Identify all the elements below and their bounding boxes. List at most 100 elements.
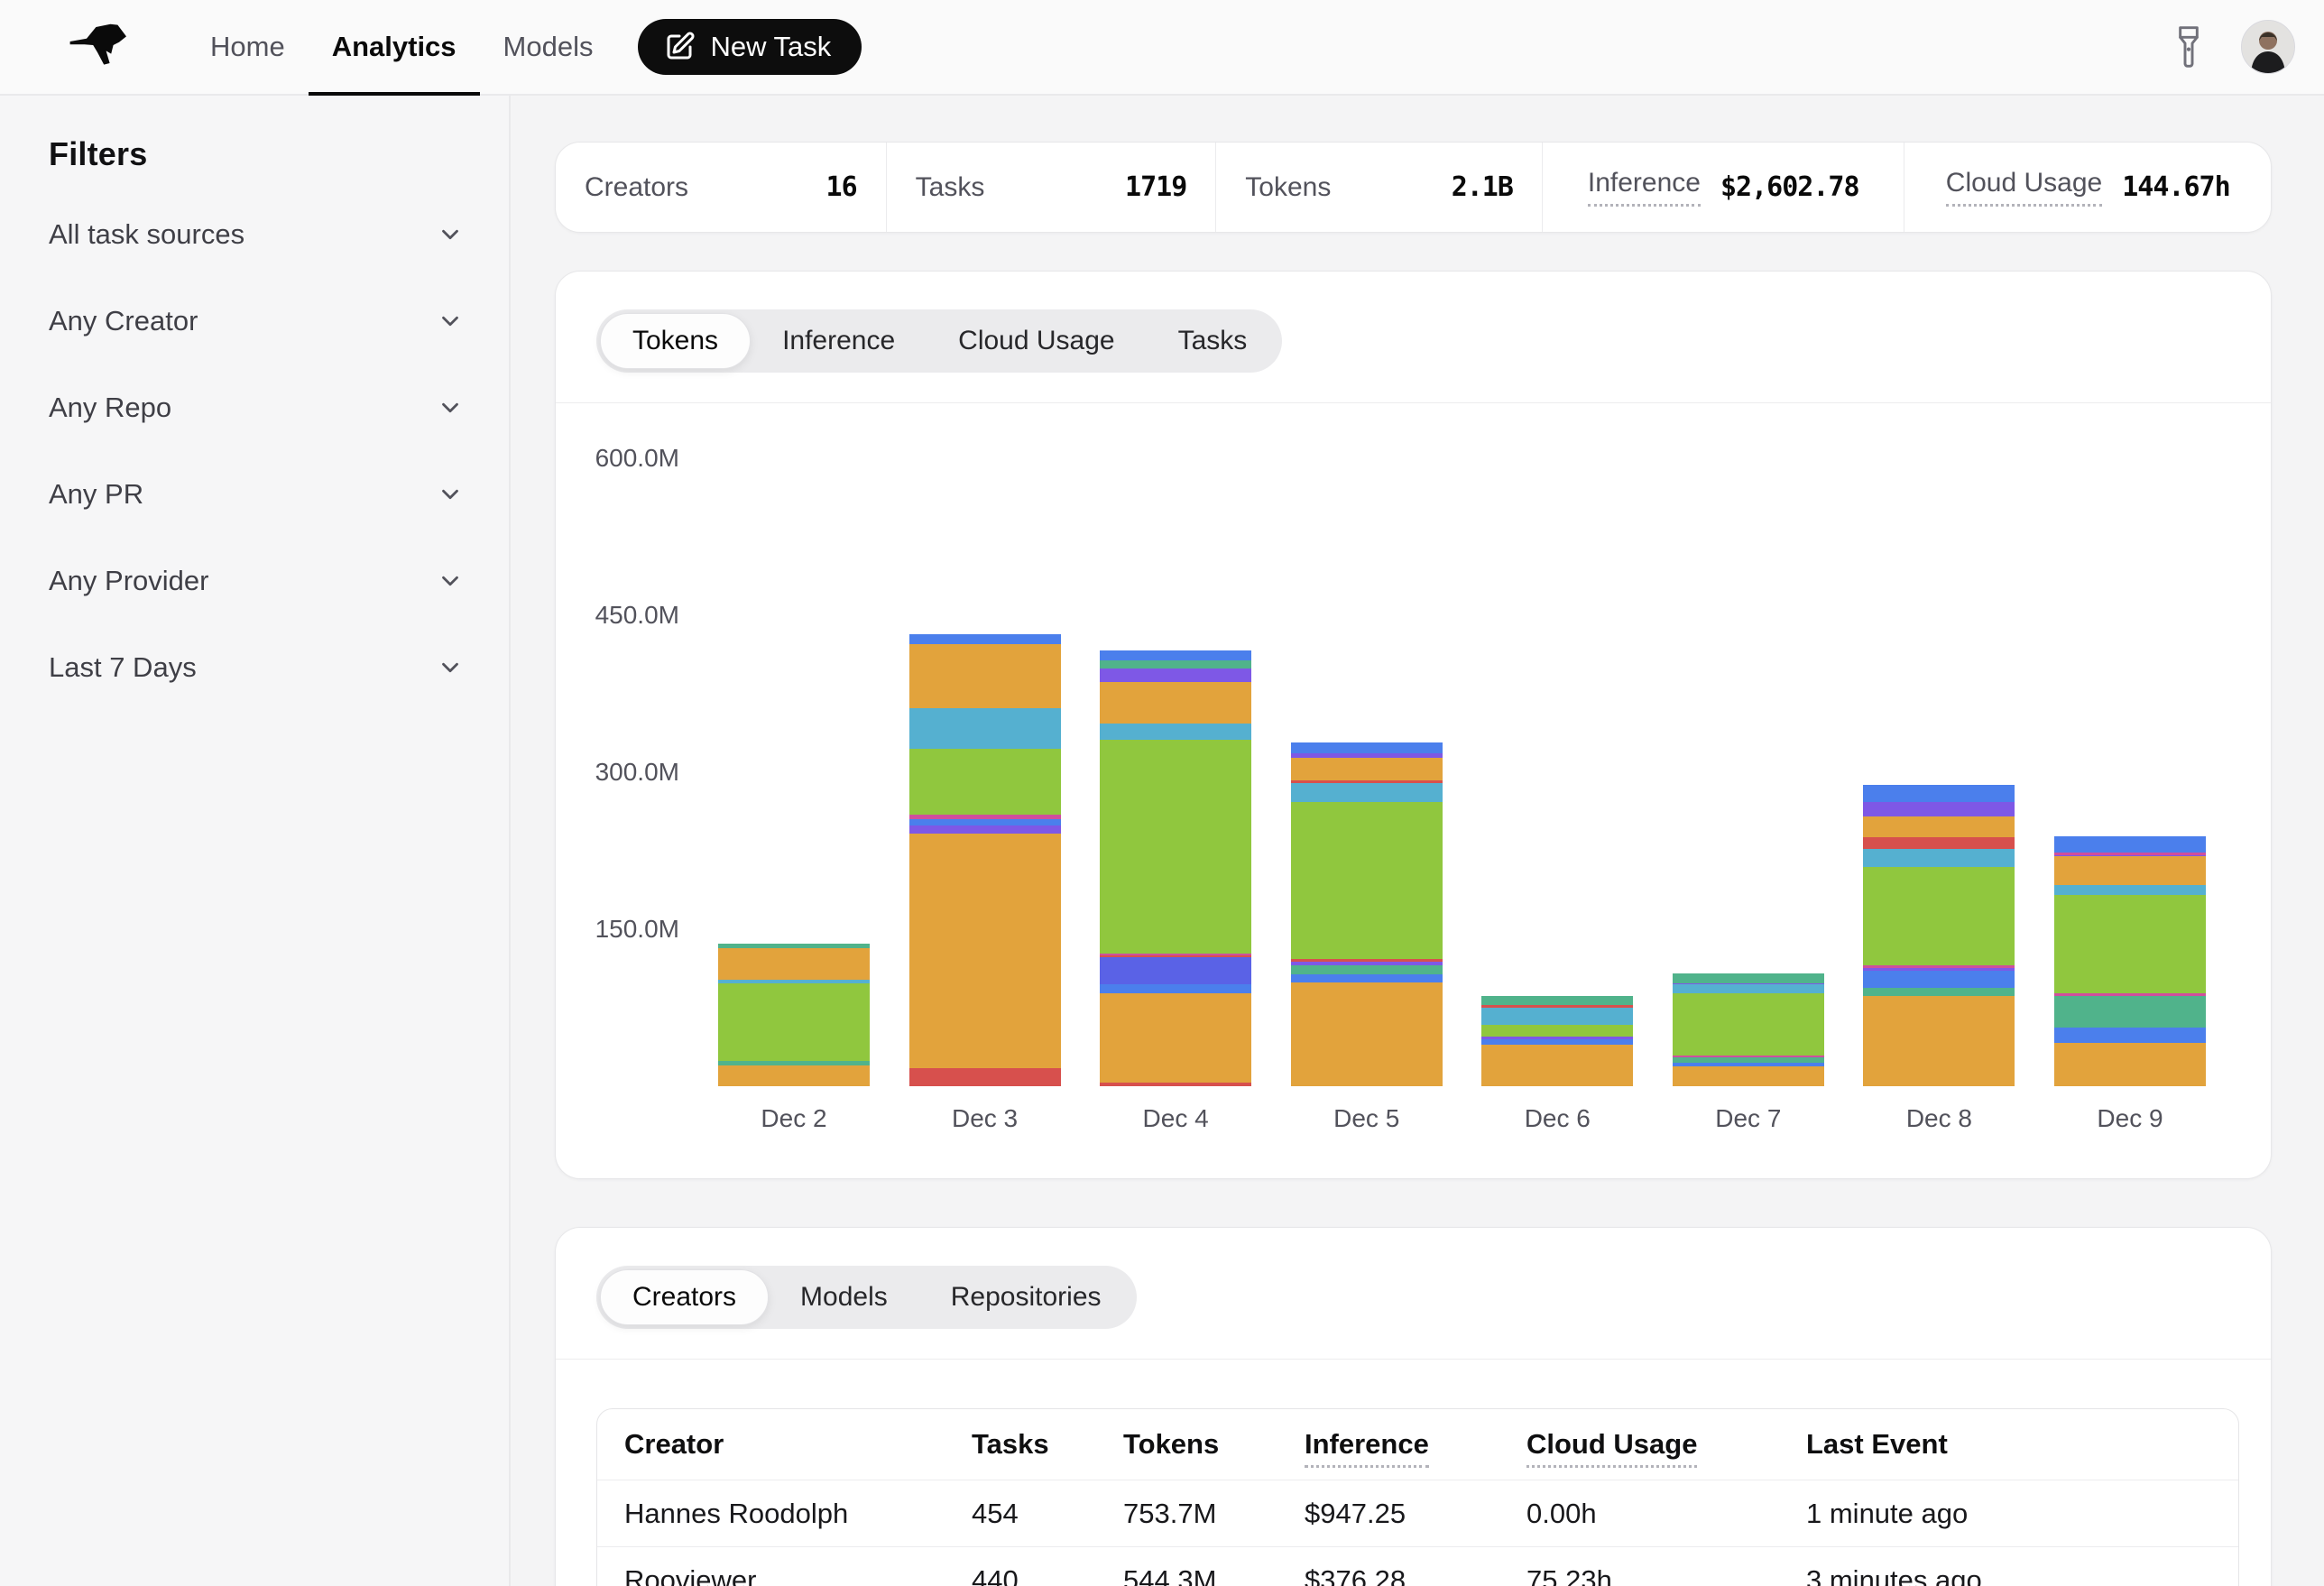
bar-segment-cyan[interactable] (1863, 849, 2015, 867)
bar-segment-orange[interactable] (1863, 996, 2015, 1086)
filter-label: All task sources (49, 218, 244, 251)
bar-segment-green[interactable] (1673, 993, 1824, 1056)
bar-segment-purple[interactable] (1100, 669, 1251, 682)
stat-label-inference[interactable]: Inference (1588, 168, 1701, 207)
bar-segment-blue[interactable] (909, 634, 1061, 645)
bar-segment-orange[interactable] (1291, 758, 1443, 781)
bar-segment-green[interactable] (909, 749, 1061, 815)
bar-segment-orange[interactable] (1291, 982, 1443, 1086)
filter-any-creator[interactable]: Any Creator (49, 278, 464, 364)
bar-segment-red[interactable] (1100, 1083, 1251, 1085)
bar-dec-9[interactable] (2054, 836, 2206, 1086)
bar-segment-cyan[interactable] (1100, 724, 1251, 739)
nav-item-analytics[interactable]: Analytics (309, 0, 480, 94)
nav-item-home[interactable]: Home (187, 0, 309, 94)
bar-segment-indigo[interactable] (1100, 957, 1251, 984)
bar-segment-cyan[interactable] (1481, 1008, 1633, 1025)
bar-segment-orange[interactable] (718, 948, 870, 980)
bar-segment-blue[interactable] (1100, 984, 1251, 992)
bar-segment-cyan[interactable] (1673, 984, 1824, 992)
x-axis-label-dec-2: Dec 2 (698, 1104, 890, 1133)
bar-segment-green[interactable] (1291, 802, 1443, 959)
bar-segment-cyan[interactable] (909, 708, 1061, 749)
stat-tokens: Tokens2.1B (1215, 143, 1542, 232)
bar-segment-teal[interactable] (1863, 988, 2015, 996)
bar-segment-teal[interactable] (1481, 996, 1633, 1005)
filter-any-repo[interactable]: Any Repo (49, 364, 464, 451)
bar-segment-orange[interactable] (1481, 1045, 1633, 1086)
bar-segment-blue[interactable] (1863, 971, 2015, 988)
bar-dec-6[interactable] (1481, 996, 1633, 1086)
bar-segment-blue[interactable] (909, 819, 1061, 825)
bar-segment-orange[interactable] (2054, 1043, 2206, 1086)
bar-segment-orange[interactable] (1100, 993, 1251, 1083)
filter-any-provider[interactable]: Any Provider (49, 538, 464, 624)
chart-tab-tasks[interactable]: Tasks (1147, 313, 1279, 369)
bar-dec-7[interactable] (1673, 973, 1824, 1086)
column-header-cloud-usage[interactable]: Cloud Usage (1526, 1409, 1806, 1480)
cell-tasks: 440 (972, 1546, 1123, 1586)
user-avatar[interactable] (2241, 20, 2295, 74)
chart-tab-inference[interactable]: Inference (751, 313, 927, 369)
bar-segment-blue[interactable] (1291, 742, 1443, 753)
bar-segment-green[interactable] (2054, 895, 2206, 993)
table-row-rooviewer[interactable]: Rooviewer440544.3M$376.2875.23h3 minutes… (597, 1546, 2239, 1586)
new-task-button[interactable]: New Task (638, 19, 862, 75)
filter-any-pr[interactable]: Any PR (49, 451, 464, 538)
bar-segment-blue[interactable] (2054, 1028, 2206, 1043)
stat-label-creators: Creators (585, 172, 688, 203)
bar-segment-green[interactable] (1481, 1025, 1633, 1037)
chart-tab-cloud-usage[interactable]: Cloud Usage (927, 313, 1146, 369)
bar-segment-teal[interactable] (2054, 996, 2206, 1028)
bar-segment-blue[interactable] (1863, 785, 2015, 802)
breakdown-card: CreatorsModelsRepositories CreatorTasksT… (555, 1227, 2272, 1586)
bar-segment-green[interactable] (718, 983, 870, 1061)
bar-segment-cyan[interactable] (2054, 885, 2206, 896)
cell-inference: $947.25 (1305, 1480, 1526, 1546)
bar-segment-green[interactable] (1100, 740, 1251, 954)
chart-tab-tokens[interactable]: Tokens (600, 313, 751, 369)
bar-segment-teal[interactable] (1291, 965, 1443, 973)
bar-segment-cyan[interactable] (1291, 783, 1443, 802)
bar-segment-red[interactable] (1863, 837, 2015, 849)
stat-value-tasks: 1719 (1125, 171, 1186, 203)
chart-card: TokensInferenceCloud UsageTasks 600.0M45… (555, 271, 2272, 1179)
bar-segment-purple[interactable] (909, 825, 1061, 834)
filters-sidebar: Filters All task sourcesAny CreatorAny R… (0, 96, 511, 1586)
chevron-down-icon (437, 221, 464, 248)
stat-label-cloud-usage[interactable]: Cloud Usage (1946, 168, 2102, 207)
bar-dec-3[interactable] (909, 634, 1061, 1086)
bar-segment-teal[interactable] (1100, 660, 1251, 669)
bar-segment-red[interactable] (909, 1068, 1061, 1086)
bar-segment-orange[interactable] (1673, 1066, 1824, 1086)
bar-segment-orange[interactable] (1863, 816, 2015, 837)
bar-segment-blue[interactable] (2054, 836, 2206, 853)
table-row-hannes-roodolph[interactable]: Hannes Roodolph454753.7M$947.250.00h1 mi… (597, 1480, 2239, 1546)
chevron-down-icon (437, 654, 464, 681)
bar-segment-green[interactable] (1863, 867, 2015, 965)
bar-dec-4[interactable] (1100, 650, 1251, 1086)
column-header-inference[interactable]: Inference (1305, 1409, 1526, 1480)
bar-segment-orange[interactable] (909, 644, 1061, 708)
breakdown-tab-repositories[interactable]: Repositories (919, 1269, 1133, 1325)
filter-all-task-sources[interactable]: All task sources (49, 191, 464, 278)
bar-dec-2[interactable] (718, 944, 870, 1086)
kangaroo-logo[interactable] (50, 13, 145, 81)
bar-segment-orange[interactable] (1100, 682, 1251, 724)
bar-segment-blue[interactable] (1291, 974, 1443, 982)
bar-dec-8[interactable] (1863, 785, 2015, 1086)
bar-segment-teal[interactable] (1673, 973, 1824, 982)
bar-segment-orange[interactable] (909, 834, 1061, 1068)
filter-label: Last 7 Days (49, 651, 197, 684)
flashlight-icon[interactable] (2174, 24, 2203, 69)
filter-label: Any Repo (49, 392, 171, 424)
bar-segment-purple[interactable] (1863, 802, 2015, 816)
bar-dec-5[interactable] (1291, 742, 1443, 1086)
filter-last-7-days[interactable]: Last 7 Days (49, 624, 464, 711)
breakdown-tab-creators[interactable]: Creators (600, 1269, 769, 1325)
bar-segment-blue[interactable] (1100, 650, 1251, 659)
nav-item-models[interactable]: Models (480, 0, 617, 94)
bar-segment-orange[interactable] (2054, 856, 2206, 884)
breakdown-tab-models[interactable]: Models (769, 1269, 919, 1325)
bar-segment-orange[interactable] (718, 1065, 870, 1086)
